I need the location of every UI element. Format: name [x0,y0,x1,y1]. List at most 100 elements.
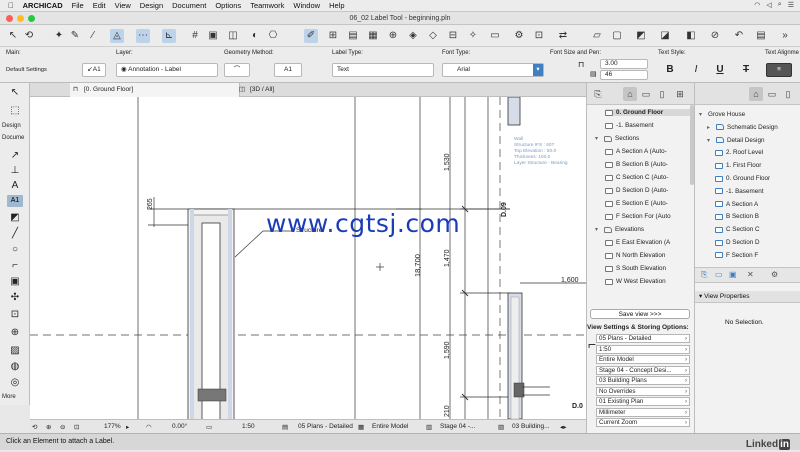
new-folder-icon[interactable]: ▣ [729,270,737,279]
publish-icon[interactable]: ⊡ [532,29,546,43]
menu-window[interactable]: Window [293,1,320,10]
zoom-in-icon[interactable]: ⊕ [46,423,51,431]
font-size-field[interactable]: 3.00 [600,59,648,69]
menu-file[interactable]: File [72,1,84,10]
tab-3d-all[interactable]: ◫ [3D / All] [236,83,406,97]
grid-icon[interactable]: # [188,29,202,43]
org-project-map-icon[interactable]: ⌂ [749,87,763,101]
arrow-icon[interactable]: ↖ [6,29,20,43]
level-dimension-tool-icon[interactable]: ⊥ [7,165,23,177]
italic-button[interactable]: I [688,62,704,78]
navigator-item[interactable]: ▾ Sections [595,135,695,142]
elevation-icon[interactable]: ◇ [426,29,440,43]
navigator-item[interactable]: ▾ Elevations [595,226,695,233]
navigator-item[interactable]: B Section B (Auto- [605,161,695,168]
renovation-value[interactable]: Stage 04 -... [440,423,475,430]
menu-design[interactable]: Design [140,1,163,10]
organizer-item[interactable]: 2. Roof Level [715,149,763,156]
marquee-tool-icon[interactable]: ⬚ [7,105,23,117]
navigator-item[interactable]: A Section A (Auto- [605,148,695,155]
organizer-item[interactable]: ▾ Grove House [699,111,745,118]
section-tool-icon[interactable]: ⊕ [7,327,23,339]
settings-icon[interactable]: ⚙ [771,270,778,279]
menu-view[interactable]: View [115,1,131,10]
org-view-map-icon[interactable]: ▭ [765,87,779,101]
organizer-item[interactable]: 1. First Floor [715,162,761,169]
image-tool-icon[interactable]: ▨ [7,345,23,357]
document-group-label[interactable]: Docume [2,135,24,141]
publisher-sets-icon[interactable]: ⊞ [673,87,687,101]
menu-edit[interactable]: Edit [93,1,106,10]
markup-icon[interactable]: ✐ [304,29,318,43]
wifi-icon[interactable]: ◠ [754,1,760,9]
organizer-item[interactable]: F Section F [715,252,758,259]
fill-icon[interactable]: ◩ [634,29,648,43]
underline-button[interactable]: U [712,62,728,78]
menu-document[interactable]: Document [172,1,206,10]
navigator-item[interactable]: F Section For (Auto [605,213,695,220]
scroll-arrows-icon[interactable]: ◂▸ [560,423,567,431]
circle-tool-icon[interactable]: ○ [7,244,23,256]
view-map-icon[interactable]: ▭ [639,87,653,101]
list-icon[interactable]: ☰ [788,1,794,9]
arrow-tool-icon[interactable]: ↖ [7,87,23,99]
guide-line-icon[interactable]: ⋯ [136,29,150,43]
organizer-item[interactable]: ▸ Schematic Design [707,124,778,131]
organizer-item[interactable]: B Section B [715,213,759,220]
angle-value[interactable]: 0.00° [172,423,187,430]
eyedropper-icon[interactable]: ⁄ [86,29,100,43]
detail-icon[interactable]: ⊟ [446,29,460,43]
layer-combo-value[interactable]: 05 Plans - Detailed [298,423,353,430]
trace-icon[interactable]: ◬ [110,29,124,43]
view-setting-row[interactable]: Current Zoom › [596,418,690,427]
align-icon[interactable]: ▦ [366,29,380,43]
undo-view-icon[interactable]: ⟲ [32,423,37,431]
font-type-select[interactable]: Arial ▾ [442,63,544,77]
navigator-item[interactable]: W West Elevation [605,278,695,285]
pick-icon[interactable]: ✎ [68,29,82,43]
view-setting-row[interactable]: No Overrides › [596,386,690,396]
window-layout-icon[interactable]: ▤ [754,29,768,43]
geometry-method-select[interactable]: ⌒ [224,63,250,77]
layer-select[interactable]: ◉ Annotation - Label [116,63,218,77]
navigator-item[interactable]: N North Elevation [605,252,695,259]
hatch-icon[interactable]: ▤ [346,29,360,43]
label-anchor-select[interactable]: A1 [274,63,302,77]
layout-book-icon[interactable]: ▯ [655,87,669,101]
hotspot-tool-icon[interactable]: ✣ [7,292,23,304]
dimension-tool-icon[interactable]: ↗ [7,150,23,162]
volume-icon[interactable]: ◁ [766,1,771,9]
tree-caret-icon[interactable]: ▸ [707,124,713,131]
navigator-menu-icon[interactable]: ⎘ [591,87,605,101]
trim-icon[interactable]: ⊘ [708,29,722,43]
penset-value[interactable]: 03 Building... [512,423,550,430]
render-icon[interactable]: ⚙ [512,29,526,43]
view-setting-row[interactable]: Stage 04 - Concept Desi... › [596,365,690,375]
org-layout-icon[interactable]: ▯ [781,87,795,101]
text-tool-icon[interactable]: A [7,180,23,192]
minimize-window-button[interactable] [17,15,24,22]
bold-button[interactable]: B [662,62,678,78]
scale-icon[interactable]: ▭ [206,423,212,431]
apple-icon[interactable]:  [8,1,14,10]
drawing-tool-icon[interactable]: ▣ [7,276,23,288]
tree-caret-icon[interactable]: ▾ [595,226,601,233]
search-icon[interactable]: ⌕ [778,1,782,9]
polyline-tool-icon[interactable]: ⌐ [7,260,23,272]
navigator-item[interactable]: E Section E (Auto- [605,200,695,207]
tree-caret-icon[interactable]: ▾ [595,135,601,142]
tree-caret-icon[interactable]: ▾ [699,111,705,118]
section-icon[interactable]: ◈ [406,29,420,43]
label-preview[interactable]: ↙A1 [82,63,106,77]
penset-icon[interactable]: ▧ [498,423,504,431]
calculate-icon[interactable]: ⊕ [386,29,400,43]
more-group-label[interactable]: More [2,394,16,400]
clone-view-icon[interactable]: ▭ [715,270,723,279]
suspend-groups-icon[interactable]: ◫ [226,29,240,43]
zoom-window-button[interactable] [28,15,35,22]
menu-options[interactable]: Options [215,1,241,10]
organizer-item[interactable]: 0. Ground Floor [715,175,770,182]
zoom-value[interactable]: 177% [104,423,121,430]
zoom-out-icon[interactable]: ⊖ [60,423,65,431]
detail-tool-icon[interactable]: ◎ [7,377,23,389]
